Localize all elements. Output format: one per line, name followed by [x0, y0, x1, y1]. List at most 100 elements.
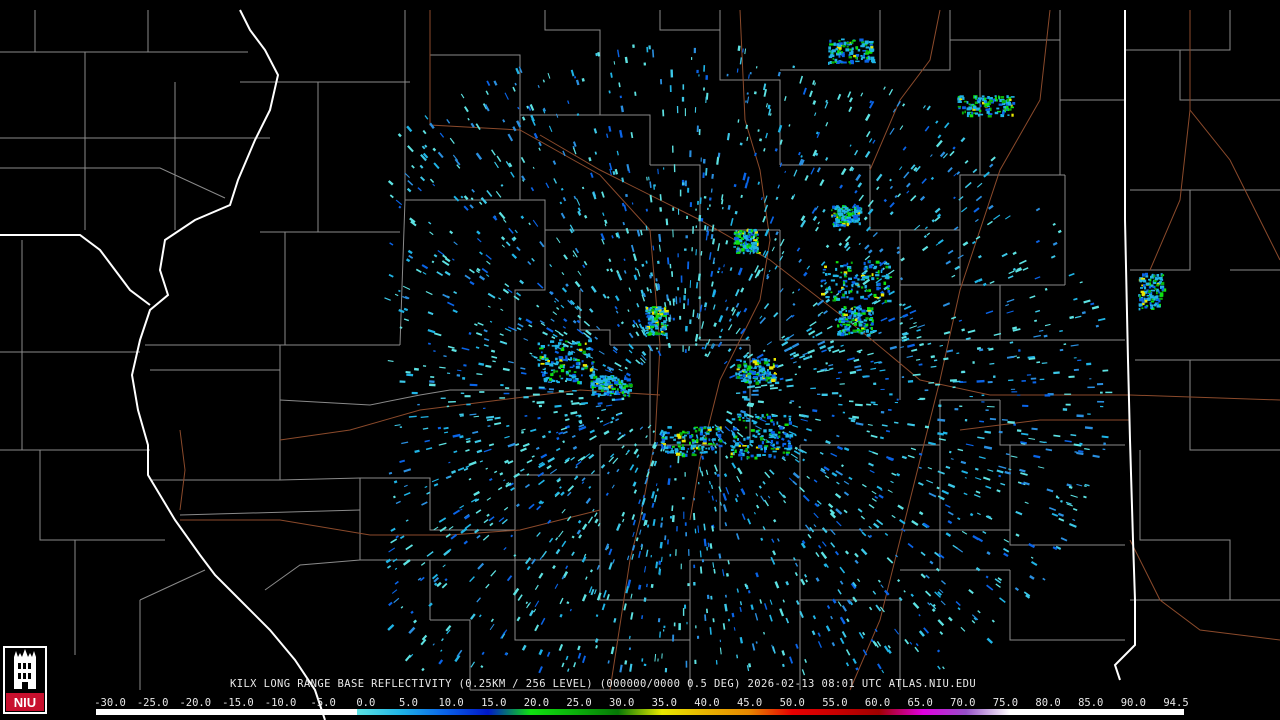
- echo-speck: [1021, 482, 1024, 485]
- color-bar-segment: [879, 709, 923, 715]
- echo-speck: [713, 568, 716, 574]
- echo-speck: [642, 494, 645, 498]
- echo-speck: [606, 268, 610, 272]
- echo-cell: [651, 306, 657, 309]
- echo-speck: [698, 336, 701, 340]
- echo-cell: [1141, 307, 1144, 309]
- echo-speck: [502, 119, 506, 123]
- echo-cell: [703, 451, 708, 454]
- echo-cell: [848, 310, 852, 313]
- echo-speck: [1059, 348, 1064, 352]
- color-bar-segment: [313, 709, 358, 715]
- echo-cell: [788, 421, 792, 425]
- echo-cell: [843, 281, 845, 285]
- echo-cell: [857, 312, 861, 315]
- echo-speck: [459, 414, 464, 417]
- echo-cell: [828, 50, 831, 53]
- echo-speck: [1066, 483, 1072, 488]
- echo-speck: [595, 645, 598, 649]
- echo-speck: [1064, 439, 1072, 443]
- echo-cell: [663, 307, 666, 310]
- echo-cell: [544, 370, 546, 374]
- echo-cell: [871, 273, 874, 277]
- echo-cell: [576, 359, 580, 362]
- echo-cell: [664, 309, 669, 313]
- echo-cell: [701, 448, 704, 451]
- echo-cell: [1142, 273, 1145, 277]
- echo-speck: [708, 480, 712, 485]
- echo-cell: [614, 381, 619, 385]
- echo-cell: [586, 347, 591, 350]
- echo-cell: [737, 438, 739, 441]
- echo-cell: [543, 354, 547, 356]
- echo-speck: [737, 45, 741, 51]
- echo-cell: [977, 100, 981, 104]
- echo-cell: [1005, 106, 1009, 109]
- echo-speck: [572, 319, 577, 324]
- echo-cell: [842, 215, 846, 218]
- echo-speck: [715, 499, 717, 502]
- echo-cell: [854, 216, 859, 220]
- echo-cell: [836, 297, 841, 301]
- echo-cell: [660, 433, 663, 437]
- echo-speck: [695, 249, 697, 256]
- echo-cell: [823, 279, 826, 282]
- color-bar-segment: [574, 709, 619, 715]
- echo-cell: [610, 386, 614, 389]
- echo-speck: [618, 431, 622, 435]
- echo-speck: [552, 564, 556, 570]
- echo-cell: [838, 310, 843, 314]
- echo-speck: [755, 641, 758, 644]
- echo-speck: [743, 398, 750, 401]
- echo-cell: [577, 343, 582, 346]
- echo-cell: [620, 379, 624, 383]
- echo-cell: [774, 372, 776, 374]
- echo-speck: [460, 195, 464, 199]
- echo-cell: [853, 314, 857, 318]
- echo-speck: [625, 227, 630, 234]
- echo-cell: [843, 264, 847, 267]
- echo-cell: [871, 61, 876, 64]
- echo-speck: [1083, 485, 1087, 488]
- echo-cell: [747, 365, 752, 369]
- echo-speck: [769, 384, 775, 387]
- echo-speck: [901, 455, 907, 460]
- echo-cell: [850, 261, 853, 264]
- color-bar-segment: [661, 709, 706, 715]
- echo-cell: [966, 114, 969, 118]
- echo-speck: [758, 485, 762, 489]
- echo-speck: [930, 355, 936, 359]
- echo-speck: [896, 472, 901, 477]
- echo-cell: [599, 383, 603, 386]
- echo-cell: [742, 445, 747, 447]
- echo-cell: [848, 316, 851, 319]
- echo-speck: [1006, 355, 1015, 359]
- echo-speck: [645, 260, 648, 264]
- echo-speck: [553, 410, 558, 414]
- echo-cell: [852, 39, 856, 42]
- echo-speck: [641, 615, 644, 620]
- echo-speck: [559, 486, 562, 489]
- echo-speck: [694, 343, 698, 347]
- echo-cell: [761, 367, 764, 371]
- echo-cell: [757, 432, 761, 436]
- echo-cell: [1004, 108, 1007, 112]
- echo-speck: [788, 124, 791, 127]
- echo-speck: [901, 335, 907, 340]
- echo-cell: [756, 248, 759, 251]
- echo-speck: [1057, 229, 1062, 234]
- echo-cell: [1140, 277, 1146, 280]
- echo-cell: [735, 372, 738, 376]
- echo-cell: [550, 340, 555, 343]
- echo-cell: [741, 248, 745, 252]
- echo-cell: [754, 249, 757, 252]
- echo-speck: [569, 608, 572, 612]
- echo-speck: [757, 181, 761, 185]
- echo-speck: [671, 505, 674, 511]
- echo-cell: [699, 451, 704, 454]
- echo-speck: [759, 416, 763, 420]
- echo-speck: [651, 502, 655, 508]
- echo-cell: [575, 362, 579, 366]
- echo-cell: [785, 434, 790, 438]
- echo-cell: [755, 381, 760, 385]
